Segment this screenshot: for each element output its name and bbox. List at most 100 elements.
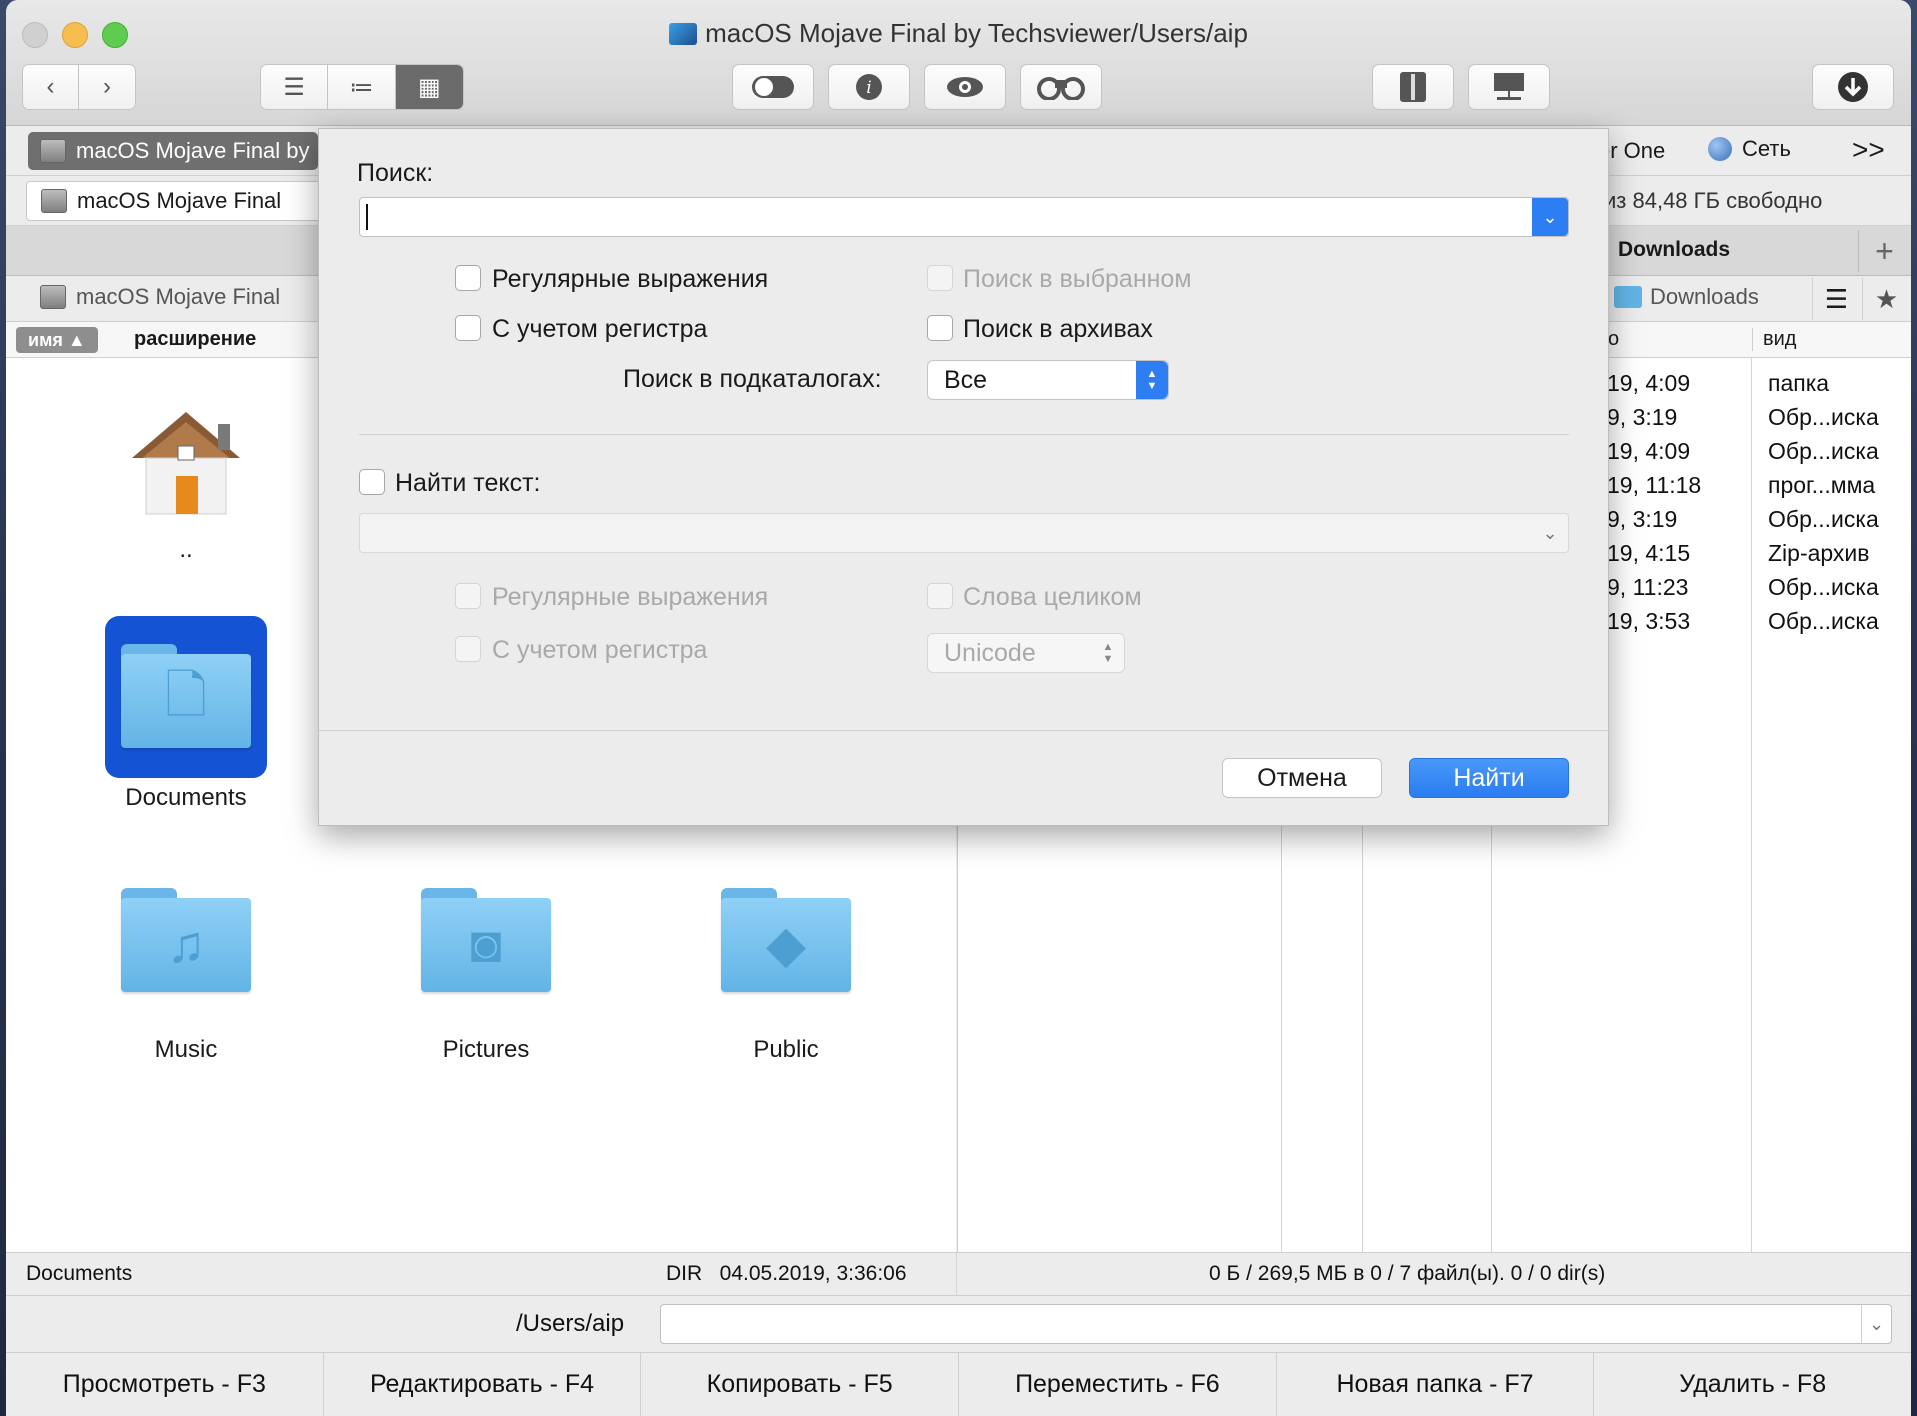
detail-view-button[interactable]: ≔ [328, 65, 396, 109]
view-f3-button[interactable]: Просмотреть - F3 [6, 1353, 324, 1416]
toggle-hidden-button[interactable] [732, 64, 814, 110]
search-in-archives-label: Поиск в архивах [963, 315, 1153, 343]
network-drive-item[interactable]: Сеть [1708, 136, 1791, 162]
search-in-archives-checkbox[interactable] [927, 315, 953, 341]
svg-text:i: i [866, 78, 871, 98]
command-input[interactable]: ⌄ [660, 1304, 1892, 1344]
kind-cell: папка [1768, 370, 1830, 396]
network-drive-button[interactable] [1468, 64, 1550, 110]
search-input[interactable]: ⌄ [359, 197, 1569, 237]
kind-cell: прог...мма [1768, 472, 1876, 498]
icon-view-button[interactable]: ▦ [395, 65, 463, 109]
updown-chevron-icon: ▲ ▼ [1136, 361, 1168, 399]
parent-dir-item[interactable]: .. [86, 408, 286, 564]
disk-icon [669, 23, 698, 45]
network-icon [1494, 73, 1524, 100]
info-button[interactable]: i [828, 64, 910, 110]
status-divider [956, 1253, 957, 1297]
find-text-history-dropdown[interactable]: ⌄ [1532, 514, 1568, 552]
info-icon: i [856, 74, 882, 100]
add-tab-button[interactable]: + [1858, 230, 1910, 272]
encoding-select[interactable]: Unicode ▲ ▼ [927, 633, 1125, 673]
find-text-label: Найти текст: [395, 469, 541, 497]
pictures-folder[interactable]: ◙ Pictures [386, 888, 586, 1064]
camera-folder-icon: ◙ [421, 888, 551, 992]
binoculars-icon [1037, 77, 1085, 100]
list-options-button[interactable]: ☰ [1812, 278, 1860, 320]
kind-cell: Обр...иска [1768, 574, 1879, 600]
globe-icon [1708, 137, 1732, 161]
column-date[interactable]: о [1608, 328, 1619, 351]
column-name[interactable]: имя ▲ [16, 327, 98, 353]
search-in-selected-label: Поиск в выбранном [963, 265, 1192, 293]
left-path[interactable]: macOS Mojave Final [40, 284, 280, 310]
list-view-button[interactable]: ☰ [261, 65, 329, 109]
left-drive-button[interactable]: macOS Mojave Final by [28, 132, 318, 170]
downloads-folder-icon [1614, 286, 1642, 308]
command-history-dropdown[interactable]: ⌄ [1861, 1305, 1891, 1343]
preview-button[interactable] [924, 64, 1006, 110]
new-folder-f7-button[interactable]: Новая папка - F7 [1277, 1353, 1595, 1416]
cancel-button[interactable]: Отмена [1222, 758, 1382, 798]
whole-words-checkbox[interactable] [927, 583, 953, 609]
move-f6-button[interactable]: Переместить - F6 [959, 1353, 1277, 1416]
back-button[interactable]: ‹ [23, 65, 79, 109]
search-in-selected-checkbox[interactable] [927, 265, 953, 291]
edit-f4-button[interactable]: Редактировать - F4 [324, 1353, 642, 1416]
favorites-button[interactable]: ★ [1862, 278, 1910, 320]
subdirs-label: Поиск в подкаталогах: [623, 365, 882, 393]
selection-highlight: 🗋 [105, 616, 267, 778]
download-button[interactable] [1812, 64, 1894, 110]
nav-buttons: ‹ › [22, 64, 136, 110]
find-text-input[interactable]: ⌄ [359, 513, 1569, 553]
date-cell: 19, 3:53 [1607, 608, 1691, 634]
tab-downloads[interactable]: Downloads [1618, 238, 1730, 262]
column-extension[interactable]: расширение [134, 328, 256, 351]
public-folder-icon: ◆ [721, 888, 851, 992]
regex-checkbox[interactable] [455, 265, 481, 291]
date-cell: 19, 4:09 [1607, 438, 1691, 464]
status-right-info: 0 Б / 269,5 МБ в 0 / 7 файл(ы). 0 / 0 di… [1209, 1262, 1606, 1285]
kind-cell: Обр...иска [1768, 404, 1879, 430]
music-folder[interactable]: ♫ Music [86, 888, 286, 1064]
toolbar: macOS Mojave Final by Techsviewer/Users/… [6, 0, 1911, 126]
search-button[interactable] [1020, 64, 1102, 110]
eye-icon [947, 77, 983, 97]
find-button[interactable]: Найти [1409, 758, 1569, 798]
hdd-icon [40, 139, 66, 163]
whole-words-label: Слова целиком [963, 583, 1142, 611]
text-case-checkbox[interactable] [455, 636, 481, 662]
find-text-checkbox[interactable] [359, 469, 385, 495]
date-cell: 9, 3:19 [1607, 404, 1678, 430]
text-regex-checkbox[interactable] [455, 583, 481, 609]
status-selected-name: Documents [26, 1262, 133, 1285]
star-icon: ★ [1874, 283, 1899, 314]
column-kind[interactable]: вид [1752, 328, 1796, 351]
search-label: Поиск: [357, 159, 434, 187]
subdirs-select[interactable]: Все ▲ ▼ [927, 360, 1169, 400]
date-cell: 19, 4:15 [1607, 540, 1691, 566]
toggle-icon [752, 76, 794, 98]
kind-cell: Обр...иска [1768, 506, 1879, 532]
case-sensitive-label: С учетом регистра [492, 315, 708, 343]
delete-f8-button[interactable]: Удалить - F8 [1594, 1353, 1911, 1416]
regex-label: Регулярные выражения [492, 265, 769, 293]
date-cell: 9, 11:23 [1607, 574, 1689, 600]
more-drives-button[interactable]: >> [1852, 134, 1885, 166]
archive-button[interactable] [1372, 64, 1454, 110]
left-drive-select[interactable]: macOS Mojave Final [26, 181, 326, 221]
kind-cell: Zip-архив [1768, 540, 1870, 566]
date-cell: 19, 11:18 [1607, 472, 1702, 498]
updown-chevron-icon: ▲ ▼ [1102, 641, 1114, 665]
free-space-label: из 84,48 ГБ свободно [1604, 188, 1823, 213]
public-folder[interactable]: ◆ Public [686, 888, 886, 1064]
window-title: macOS Mojave Final by Techsviewer/Users/… [6, 18, 1911, 49]
case-sensitive-checkbox[interactable] [455, 315, 481, 341]
list-icon: ☰ [1824, 283, 1849, 314]
forward-button[interactable]: › [79, 65, 135, 109]
search-history-dropdown[interactable]: ⌄ [1532, 198, 1568, 236]
copy-f5-button[interactable]: Копировать - F5 [641, 1353, 960, 1416]
status-bar: Documents DIR 04.05.2019, 3:36:06 0 Б / … [6, 1252, 1911, 1297]
right-path[interactable]: Downloads [1614, 284, 1759, 310]
documents-folder[interactable]: 🗋 Documents [86, 616, 286, 812]
